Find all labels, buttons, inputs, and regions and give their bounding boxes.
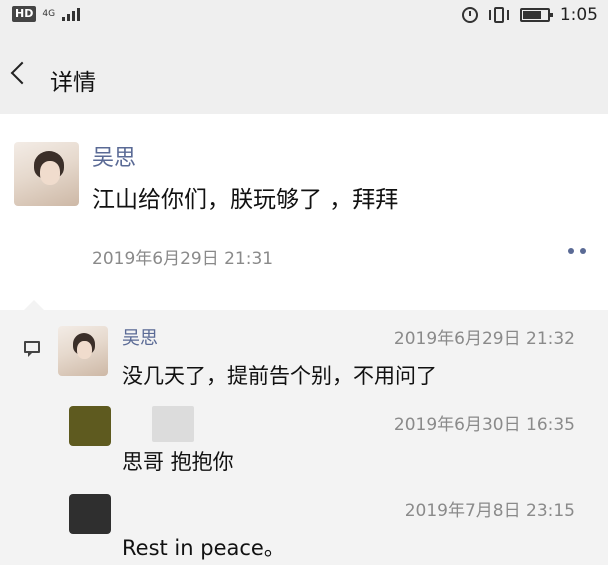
comment-timestamp: 2019年6月30日 16:35 (393, 415, 575, 435)
comment-text: 思哥 抱抱你 (122, 450, 234, 474)
moment-post: 吴思 江山给你们，朕玩够了 ，拜拜 2019年6月29日 21:31 (0, 114, 608, 310)
post-author-avatar[interactable] (14, 142, 79, 206)
comment-text: 没几天了，提前告个别，不用问了 (122, 364, 437, 388)
network-type-label: 4G (42, 8, 56, 19)
hd-badge: HD (12, 6, 37, 22)
status-time: 1:05 (559, 5, 598, 25)
status-bar: HD 4G 1:05 (0, 0, 608, 34)
comment-avatar[interactable] (69, 406, 111, 446)
vibrate-icon (488, 6, 510, 24)
comment-author-name-blurred (152, 406, 194, 442)
signal-strength-icon (62, 7, 81, 21)
post-timestamp: 2019年6月29日 21:31 (92, 249, 274, 269)
comment-author-name[interactable]: 吴思 (122, 324, 158, 350)
comments-pointer (24, 300, 44, 310)
back-arrow-icon[interactable] (10, 61, 34, 85)
comments-section: 吴思 2019年6月29日 21:32 没几天了，提前告个别，不用问了 2019… (0, 300, 608, 565)
comment-icon (24, 341, 40, 357)
status-left: HD 4G (12, 6, 81, 22)
header-bar: 详情 (0, 34, 608, 114)
comment-avatar[interactable] (58, 326, 108, 376)
page-title: 详情 (50, 70, 96, 96)
battery-icon (519, 8, 553, 22)
more-options-icon[interactable] (568, 245, 594, 257)
alarm-icon (461, 7, 478, 23)
network-type-icon: 4G (42, 8, 56, 19)
comment-avatar[interactable] (69, 494, 111, 534)
post-author-name[interactable]: 吴思 (92, 140, 136, 172)
status-right: 1:05 (461, 5, 598, 25)
post-text: 江山给你们，朕玩够了 ，拜拜 (92, 187, 399, 213)
comment-timestamp: 2019年6月29日 21:32 (393, 329, 575, 349)
comment-timestamp: 2019年7月8日 23:15 (404, 501, 575, 521)
comment-text: Rest in peace。 (122, 536, 285, 560)
